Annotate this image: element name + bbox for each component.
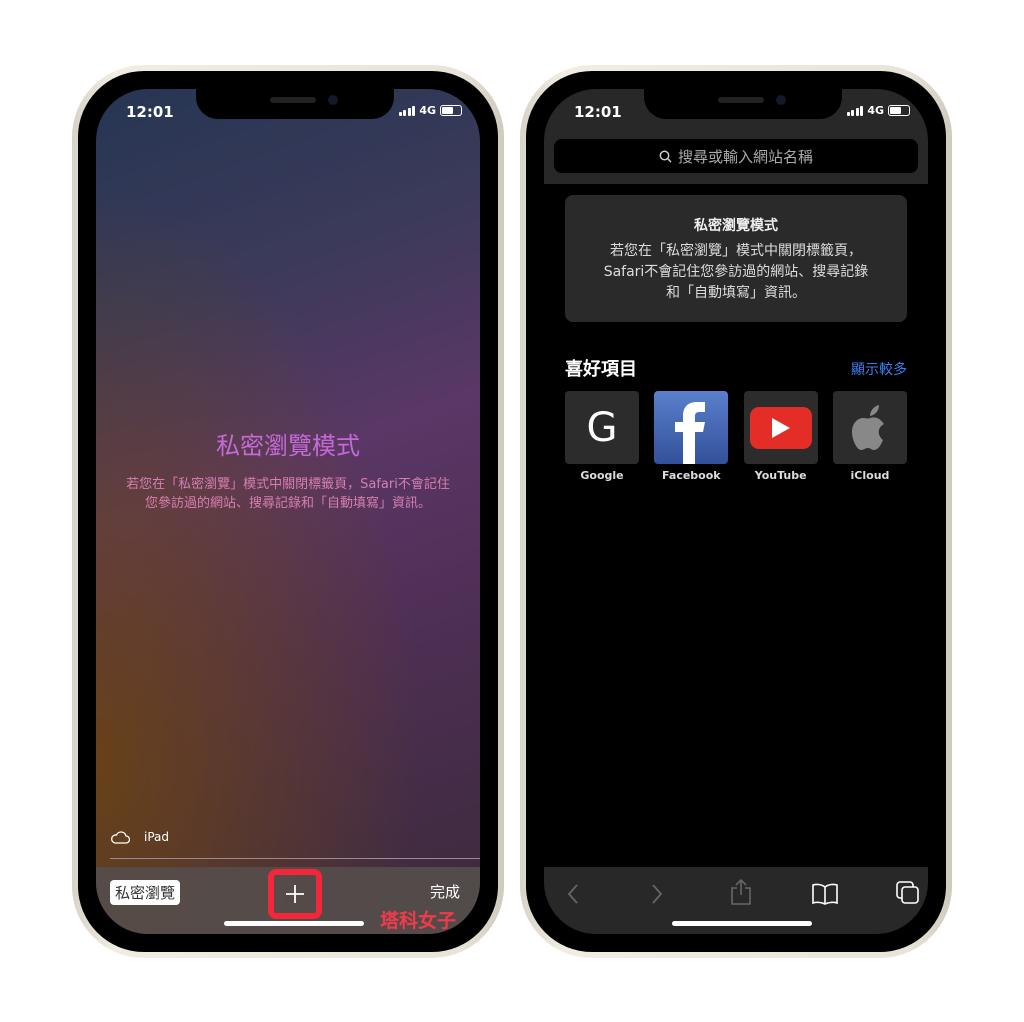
status-icons: 4G	[398, 104, 462, 117]
done-button[interactable]: 完成	[430, 881, 460, 902]
share-icon[interactable]	[730, 879, 752, 905]
card-title: 私密瀏覽模式	[694, 218, 778, 234]
status-time: 12:01	[574, 103, 622, 121]
tabs-icon[interactable]	[896, 881, 920, 905]
private-mode-description: 若您在「私密瀏覽」模式中關閉標籤頁，Safari不會記住您參訪過的網站、搜尋記錄…	[126, 477, 450, 511]
private-mode-title: 私密瀏覽模式	[216, 432, 360, 460]
private-tabs-screen: 12:01 4G 私密瀏覽模式 若您在「私密瀏覽」模式中關閉標籤頁，Safari…	[96, 89, 480, 934]
status-icons: 4G	[846, 104, 910, 117]
private-start-page: 12:01 4G 搜尋或輸入網站名稱 私密瀏覽模式 若您在「私密瀏覽」模式中關閉…	[544, 89, 928, 934]
watermark: 塔科女子	[380, 910, 457, 932]
favorite-icloud[interactable]: iCloud	[832, 391, 907, 482]
favorite-facebook[interactable]: Facebook	[654, 391, 729, 482]
divider	[110, 858, 480, 859]
favorite-google[interactable]: G Google	[565, 391, 639, 482]
show-more-link[interactable]: 顯示較多	[851, 359, 907, 379]
plus-icon	[286, 885, 304, 903]
icloud-tabs-ipad[interactable]: iPad	[110, 830, 169, 844]
favorites-grid: G Google Facebook YouTube iCloud	[565, 391, 907, 482]
card-line: 和「自動填寫」資訊。	[666, 285, 806, 301]
card-line: 若您在「私密瀏覽」模式中關閉標籤頁，	[610, 243, 862, 259]
battery-icon	[440, 105, 462, 116]
cloud-icon	[111, 830, 130, 844]
search-icon	[659, 150, 672, 163]
apple-icon	[832, 391, 907, 464]
back-icon[interactable]	[566, 883, 580, 905]
home-indicator	[672, 921, 812, 926]
card-line: Safari不會記住您參訪過的網站、搜尋記錄	[603, 264, 869, 280]
phone-right: 12:01 4G 搜尋或輸入網站名稱 私密瀏覽模式 若您在「私密瀏覽」模式中關閉…	[520, 65, 952, 958]
signal-icon	[398, 105, 416, 116]
phone-left: 12:01 4G 私密瀏覽模式 若您在「私密瀏覽」模式中關閉標籤頁，Safari…	[72, 65, 504, 958]
private-mode-card: 私密瀏覽模式 若您在「私密瀏覽」模式中關閉標籤頁， Safari不會記住您參訪過…	[565, 195, 907, 322]
google-icon: G	[565, 391, 639, 464]
status-time: 12:01	[126, 103, 174, 121]
battery-icon	[888, 105, 910, 116]
address-search-field[interactable]: 搜尋或輸入網站名稱	[554, 139, 918, 173]
favorites-title: 喜好項目	[565, 359, 637, 380]
facebook-icon	[654, 391, 729, 464]
favorite-youtube[interactable]: YouTube	[743, 391, 818, 482]
safari-toolbar	[544, 867, 928, 934]
youtube-icon	[743, 391, 818, 464]
home-indicator	[224, 921, 364, 926]
new-tab-button[interactable]	[268, 869, 322, 919]
private-browsing-button[interactable]: 私密瀏覽	[110, 880, 181, 905]
forward-icon[interactable]	[650, 883, 664, 905]
bookmarks-icon[interactable]	[812, 883, 838, 905]
signal-icon	[846, 105, 864, 116]
